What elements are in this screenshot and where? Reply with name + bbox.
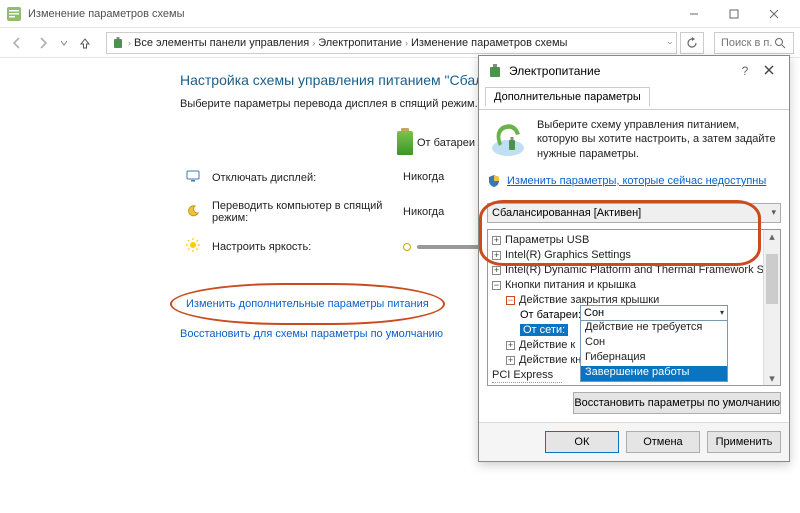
chevron-down-icon: ▾ xyxy=(771,207,776,218)
window-title: Изменение параметров схемы xyxy=(28,8,674,20)
from-ac-label: От сети: xyxy=(520,324,568,336)
scroll-down-icon[interactable]: ▾ xyxy=(769,372,775,385)
expand-icon[interactable]: + xyxy=(506,341,515,350)
dialog-close-button[interactable] xyxy=(757,65,781,78)
monitor-icon xyxy=(186,169,200,183)
dialog-title: Электропитание xyxy=(509,64,733,78)
expand-icon[interactable]: + xyxy=(492,251,501,260)
scheme-hint: Выберите схему управления питанием, кото… xyxy=(537,118,781,161)
breadcrumb-item[interactable]: Все элементы панели управления xyxy=(134,37,309,49)
shield-icon xyxy=(487,174,501,188)
up-button[interactable] xyxy=(74,32,96,54)
forward-button[interactable] xyxy=(32,32,54,54)
tree-item[interactable]: Intel(R) Graphics Settings xyxy=(505,249,631,261)
breadcrumb[interactable]: › Все элементы панели управления › Элект… xyxy=(106,32,677,54)
window-titlebar: Изменение параметров схемы xyxy=(0,0,800,28)
tree-item[interactable]: PCI Express xyxy=(492,369,553,381)
moon-icon xyxy=(186,204,200,218)
scrollbar-thumb[interactable] xyxy=(766,254,778,304)
from-ac-value: Сон xyxy=(584,307,604,319)
expand-icon[interactable]: + xyxy=(492,236,501,245)
apply-button[interactable]: Применить xyxy=(707,431,781,453)
restore-defaults-button[interactable]: Восстановить параметры по умолчанию xyxy=(573,392,781,414)
breadcrumb-item[interactable]: Электропитание xyxy=(318,37,402,49)
tree-item[interactable]: Кнопки питания и крышка xyxy=(505,279,636,291)
tree-item[interactable]: Параметры USB xyxy=(505,234,589,246)
settings-tree[interactable]: + Параметры USB + Intel(R) Graphics Settin… xyxy=(487,229,781,386)
dialog-titlebar: Электропитание ? xyxy=(479,56,789,86)
control-panel-icon xyxy=(6,6,22,22)
cancel-button[interactable]: Отмена xyxy=(626,431,700,453)
chevron-down-icon: ▾ xyxy=(720,308,724,317)
expand-icon[interactable]: + xyxy=(506,356,515,365)
tree-item[interactable]: Intel(R) Dynamic Platform and Thermal Fr… xyxy=(505,264,770,276)
scheme-combo-value: Сбалансированная [Активен] xyxy=(492,207,641,219)
power-scheme-icon xyxy=(487,118,529,160)
maximize-button[interactable] xyxy=(714,2,754,26)
navigation-toolbar: › Все элементы панели управления › Элект… xyxy=(0,28,800,58)
search-icon xyxy=(774,37,786,49)
bulb-dim-icon xyxy=(403,243,411,251)
close-button[interactable] xyxy=(754,2,794,26)
brightness-icon xyxy=(186,238,200,252)
sleep-label: Переводить компьютер в спящий режим: xyxy=(206,193,391,231)
from-ac-dropdown-list[interactable]: Действие не требуется Сон Гибернация Зав… xyxy=(580,320,728,382)
expand-icon[interactable]: + xyxy=(492,266,501,275)
battery-icon xyxy=(397,131,413,155)
tab-advanced[interactable]: Дополнительные параметры xyxy=(485,87,650,107)
dropdown-option[interactable]: Гибернация xyxy=(581,351,727,366)
tree-item[interactable]: Действие к xyxy=(519,339,575,351)
back-button[interactable] xyxy=(6,32,28,54)
dropdown-option-highlighted[interactable]: Завершение работы xyxy=(581,366,727,381)
dialog-help-button[interactable]: ? xyxy=(733,64,757,78)
display-off-label: Отключать дисплей: xyxy=(206,162,391,193)
scheme-combo[interactable]: Сбалансированная [Активен] ▾ xyxy=(487,203,781,223)
advanced-settings-link[interactable]: Изменить дополнительные параметры питани… xyxy=(186,298,429,310)
refresh-button[interactable] xyxy=(680,32,704,54)
power-options-icon xyxy=(111,36,125,50)
power-options-dialog: Электропитание ? Дополнительные параметр… xyxy=(478,55,790,462)
brightness-label: Настроить яркость: xyxy=(206,231,391,262)
from-ac-dropdown[interactable]: Сон ▾ xyxy=(580,305,728,321)
search-input[interactable] xyxy=(719,36,774,50)
ok-button[interactable]: ОК xyxy=(545,431,619,453)
sleep-battery-value[interactable]: Никогда xyxy=(403,206,444,218)
breadcrumb-item[interactable]: Изменение параметров схемы xyxy=(411,37,567,49)
unavailable-settings-link[interactable]: Изменить параметры, которые сейчас недос… xyxy=(507,175,766,187)
dialog-tabstrip: Дополнительные параметры xyxy=(479,86,789,110)
from-battery-label: От батареи: xyxy=(520,309,581,321)
dialog-button-row: ОК Отмена Применить xyxy=(479,422,789,461)
scroll-up-icon[interactable]: ▴ xyxy=(769,230,775,243)
dropdown-option[interactable]: Сон xyxy=(581,336,727,351)
minimize-button[interactable] xyxy=(674,2,714,26)
tree-scrollbar[interactable]: ▴ ▾ xyxy=(763,230,780,385)
dropdown-option[interactable]: Действие не требуется xyxy=(581,321,727,336)
tree-item[interactable]: Действие кн xyxy=(519,354,581,366)
collapse-icon[interactable]: − xyxy=(506,296,515,305)
power-dialog-icon xyxy=(487,63,503,79)
search-box[interactable] xyxy=(714,32,794,54)
recent-dropdown[interactable] xyxy=(58,32,70,54)
collapse-icon[interactable]: − xyxy=(492,281,501,290)
restore-defaults-link[interactable]: Восстановить для схемы параметры по умол… xyxy=(180,328,443,340)
power-settings-table: От батареи Отключать дисплей: Никогда Пе… xyxy=(180,124,509,262)
